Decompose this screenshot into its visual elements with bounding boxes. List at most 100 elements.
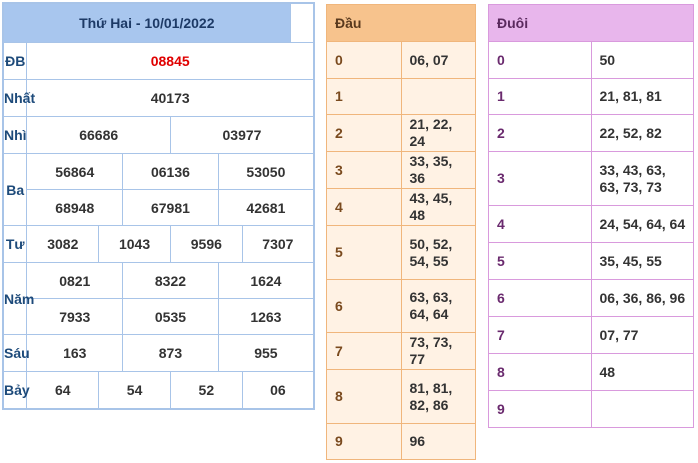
prize-row-bay: Bảy 64 54 52 06 [2, 371, 315, 410]
head-digits-table: Đầu 0 06, 07 1 2 21, 22, 24 3 33, 35, 36… [326, 4, 476, 460]
head-row: 1 [326, 78, 476, 115]
tail-digit: 2 [488, 114, 592, 152]
head-numbers: 73, 73, 77 [400, 332, 476, 370]
head-numbers: 43, 45, 48 [400, 188, 476, 226]
tail-digit: 5 [488, 242, 592, 280]
prize-label: Tư [2, 225, 28, 263]
tail-numbers: 06, 36, 86, 96 [590, 279, 694, 317]
tail-numbers: 24, 54, 64, 64 [590, 205, 694, 243]
head-numbers [400, 78, 476, 115]
head-row: 7 73, 73, 77 [326, 332, 476, 370]
prize-number: 1043 [98, 225, 171, 263]
tail-numbers: 48 [590, 353, 694, 391]
tail-numbers: 22, 52, 82 [590, 114, 694, 152]
head-numbers: 81, 81, 82, 86 [400, 369, 476, 424]
tail-numbers [590, 390, 694, 428]
prize-number: 8322 [122, 262, 219, 299]
tail-numbers: 35, 45, 55 [590, 242, 694, 280]
prize-label: Nhất [2, 79, 35, 117]
head-digit: 1 [326, 78, 402, 115]
head-digit: 2 [326, 114, 402, 152]
prize-row-nam-2: 7933 0535 1263 [3, 298, 315, 335]
prize-number: 163 [26, 334, 124, 372]
prize-number: 03977 [169, 116, 315, 154]
tail-digit: 1 [488, 78, 592, 115]
tail-header-row: Đuôi [488, 4, 694, 42]
head-title: Đầu [326, 4, 476, 42]
tail-title: Đuôi [488, 4, 694, 42]
prize-number: 52 [169, 371, 243, 410]
prize-number: 873 [122, 334, 219, 372]
tail-row: 3 33, 43, 63, 63, 73, 73 [488, 151, 694, 206]
head-digit: 5 [326, 225, 402, 280]
tail-digit: 4 [488, 205, 592, 243]
prize-number: 9596 [169, 225, 243, 263]
head-numbers: 96 [400, 423, 476, 460]
prize-number: 06136 [122, 153, 219, 190]
tail-digit: 0 [488, 41, 592, 79]
prize-number: 1263 [217, 298, 315, 335]
prize-label: Ba [2, 153, 28, 226]
tail-numbers: 50 [590, 41, 694, 79]
tail-row: 8 48 [488, 353, 694, 391]
head-numbers: 50, 52, 54, 55 [400, 225, 476, 280]
prize-number: 0535 [122, 298, 219, 335]
prize-label: Nhì [2, 116, 28, 154]
head-digit: 6 [326, 279, 402, 333]
head-row: 4 43, 45, 48 [326, 188, 476, 226]
prize-row-nhi: Nhì 66686 03977 [2, 116, 315, 154]
head-digit: 8 [326, 369, 402, 424]
tail-numbers: 07, 77 [590, 316, 694, 354]
prize-row-tu: Tư 3082 1043 9596 7307 [2, 225, 315, 263]
head-digit: 4 [326, 188, 402, 226]
prize-row-db: ĐB 08845 [2, 42, 315, 80]
tail-digit: 7 [488, 316, 592, 354]
head-digit: 9 [326, 423, 402, 460]
prize-number: 955 [217, 334, 315, 372]
tail-row: 7 07, 77 [488, 316, 694, 354]
tail-digit: 8 [488, 353, 592, 391]
tail-digit: 3 [488, 151, 592, 206]
head-header-row: Đầu [326, 4, 476, 42]
prize-number: 7307 [241, 225, 315, 263]
prize-number: 42681 [217, 189, 315, 226]
prize-row-ba: Ba 56864 06136 53050 [2, 153, 315, 226]
prize-number: 0821 [26, 262, 124, 299]
tail-numbers: 33, 43, 63, 63, 73, 73 [590, 151, 694, 206]
prize-row-nam: Năm 0821 8322 1624 [2, 262, 315, 335]
head-numbers: 06, 07 [400, 41, 476, 79]
prize-number: 1624 [217, 262, 315, 299]
head-digit: 7 [326, 332, 402, 370]
tail-row: 9 [488, 390, 694, 428]
prize-number: 3082 [26, 225, 100, 263]
prize-number: 56864 [26, 153, 124, 190]
head-row: 0 06, 07 [326, 41, 476, 79]
tail-row: 4 24, 54, 64, 64 [488, 205, 694, 243]
prize-label: ĐB [2, 42, 28, 80]
tail-digit: 9 [488, 390, 592, 428]
prize-number: 40173 [26, 79, 315, 117]
tail-digit: 6 [488, 279, 592, 317]
prize-number: 06 [241, 371, 315, 410]
head-numbers: 33, 35, 36 [400, 151, 476, 189]
prize-number: 67981 [122, 189, 219, 226]
head-digit: 3 [326, 151, 402, 189]
tail-row: 1 21, 81, 81 [488, 78, 694, 115]
head-row: 8 81, 81, 82, 86 [326, 369, 476, 424]
head-row: 9 96 [326, 423, 476, 460]
head-numbers: 63, 63, 64, 64 [400, 279, 476, 333]
prize-number: 54 [98, 371, 171, 410]
special-prize-number: 08845 [26, 42, 315, 80]
head-digit: 0 [326, 41, 402, 79]
tail-numbers: 21, 81, 81 [590, 78, 694, 115]
results-header-row: Thứ Hai - 10/01/2022 [2, 2, 314, 43]
prize-label: Sáu [2, 334, 30, 372]
tail-digits-table: Đuôi 0 50 1 21, 81, 81 2 22, 52, 82 3 33… [488, 4, 694, 428]
lottery-results-table: Thứ Hai - 10/01/2022 ĐB 08845 Nhất 40173… [2, 2, 315, 410]
prize-number: 66686 [26, 116, 171, 154]
prize-number: 68948 [26, 189, 124, 226]
head-row: 3 33, 35, 36 [326, 151, 476, 189]
prize-row-nhat: Nhất 40173 [2, 79, 315, 117]
prize-number: 7933 [26, 298, 124, 335]
head-row: 2 21, 22, 24 [326, 114, 476, 152]
